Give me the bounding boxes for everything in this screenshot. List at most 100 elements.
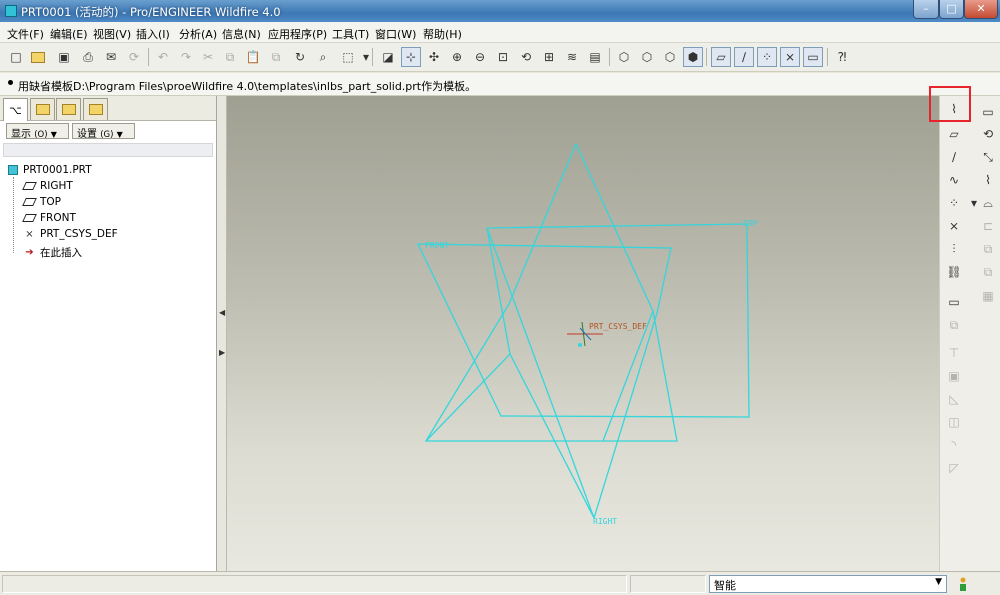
minimize-button[interactable]: –: [913, 0, 939, 19]
datum-plane-tool-icon[interactable]: ▱: [944, 124, 964, 144]
csys-toggle-icon[interactable]: ⨯: [780, 47, 800, 67]
tree-item-insert-here[interactable]: ➔ 在此插入: [23, 245, 82, 260]
revolve-icon[interactable]: ⟲: [978, 124, 998, 144]
spin-center-icon[interactable]: ⊹: [401, 47, 421, 67]
wireframe-icon[interactable]: ⬡: [614, 47, 634, 67]
datum-axis-tool-icon[interactable]: ∕: [944, 147, 964, 167]
orient-mode-icon[interactable]: ✣: [424, 47, 444, 67]
tree-item-top[interactable]: TOP: [22, 196, 61, 208]
favorites-icon: [61, 104, 76, 115]
regenerate-icon[interactable]: ⟳: [124, 47, 144, 67]
boundary-blend-icon[interactable]: ⌓: [978, 193, 998, 213]
tree-item-part[interactable]: PRT0001.PRT: [8, 164, 92, 176]
part-icon: [8, 165, 18, 175]
menu-help[interactable]: 帮助(H): [423, 26, 462, 42]
print-icon[interactable]: ⎙: [78, 47, 98, 67]
refit-icon[interactable]: ⊡: [493, 47, 513, 67]
tree-item-csys[interactable]: ⨯ PRT_CSYS_DEF: [23, 228, 117, 240]
select-dropdown-icon[interactable]: ▾: [356, 47, 376, 67]
chevron-down-icon: ▼: [935, 577, 942, 587]
zoom-out-icon[interactable]: ⊖: [470, 47, 490, 67]
chamfer-icon[interactable]: ◸: [944, 458, 964, 478]
datum-point-tool-icon[interactable]: ⁘: [944, 193, 964, 213]
display-menu-button[interactable]: 显示 (O) ▼: [6, 123, 69, 140]
open-icon[interactable]: [28, 47, 48, 67]
graphics-window[interactable]: FRONT TOP RIGHT PRT_CSYS_DEF: [227, 96, 939, 571]
datum-axes-toggle-icon[interactable]: ∕: [734, 47, 754, 67]
shell-icon[interactable]: ⊏: [978, 216, 998, 236]
analysis-feature-icon[interactable]: ⫶: [944, 239, 964, 259]
right-label: RIGHT: [593, 517, 617, 526]
close-button[interactable]: ✕: [964, 0, 998, 19]
undo-icon[interactable]: ↶: [153, 47, 173, 67]
tab-model-tree[interactable]: ⌥: [3, 98, 28, 121]
menu-insert[interactable]: 插入(I): [136, 26, 170, 42]
select-box-icon[interactable]: ⬚: [338, 47, 358, 67]
offset-icon[interactable]: ▣: [944, 366, 964, 386]
round-icon[interactable]: ◝: [944, 435, 964, 455]
save-icon[interactable]: ▣: [54, 47, 74, 67]
new-icon[interactable]: □: [6, 47, 26, 67]
tree-item-right[interactable]: RIGHT: [22, 180, 73, 192]
cut-icon[interactable]: ✂: [198, 47, 218, 67]
reorient-icon[interactable]: ⟲: [516, 47, 536, 67]
menu-analysis[interactable]: 分析(A): [179, 26, 217, 42]
paste-icon[interactable]: 📋: [243, 47, 263, 67]
menu-window[interactable]: 窗口(W): [375, 26, 416, 42]
merge-icon[interactable]: ⧉: [944, 315, 964, 335]
layers-icon[interactable]: ≋: [562, 47, 582, 67]
datum-curve-tool-icon[interactable]: ∿: [944, 170, 964, 190]
paste-special-icon[interactable]: ⧉: [266, 47, 286, 67]
zoom-in-icon[interactable]: ⊕: [447, 47, 467, 67]
extrude-icon[interactable]: ▭: [978, 102, 998, 122]
no-hidden-icon[interactable]: ⬡: [660, 47, 680, 67]
annotations-toggle-icon[interactable]: ▭: [803, 47, 823, 67]
menu-edit[interactable]: 编辑(E): [50, 26, 88, 42]
thicken-icon[interactable]: ◺: [944, 389, 964, 409]
tree-filter-strip[interactable]: [3, 143, 213, 157]
tab-connections[interactable]: [83, 98, 108, 120]
hidden-line-icon[interactable]: ⬡: [637, 47, 657, 67]
regenerate-model-icon[interactable]: ↻: [290, 47, 310, 67]
tree-item-front[interactable]: FRONT: [22, 212, 76, 224]
menu-info[interactable]: 信息(N): [222, 26, 261, 42]
solidify-icon[interactable]: ◫: [944, 412, 964, 432]
menu-file[interactable]: 文件(F): [7, 26, 44, 42]
menu-view[interactable]: 视图(V): [93, 26, 131, 42]
shading-icon[interactable]: ⬢: [683, 47, 703, 67]
csys-tool-icon[interactable]: ⨯: [944, 216, 964, 236]
datum-points-toggle-icon[interactable]: ⁘: [757, 47, 777, 67]
maximize-button[interactable]: □: [939, 0, 964, 19]
connections-icon: [88, 104, 103, 115]
trim-icon[interactable]: ⊤: [944, 343, 964, 363]
blend-icon[interactable]: ⌇: [978, 170, 998, 190]
menu-applications[interactable]: 应用程序(P): [268, 26, 327, 42]
status-cell: [2, 575, 627, 593]
menu-tools[interactable]: 工具(T): [332, 26, 369, 42]
selection-filter-select[interactable]: 智能 ▼: [709, 575, 947, 593]
datum-planes-toggle-icon[interactable]: ▱: [711, 47, 731, 67]
tab-folder-browser[interactable]: [30, 98, 55, 120]
saved-views-icon[interactable]: ⊞: [539, 47, 559, 67]
view-manager-icon[interactable]: ▤: [585, 47, 605, 67]
send-icon[interactable]: ✉: [101, 47, 121, 67]
panel-splitter[interactable]: ◀ ▶: [217, 96, 227, 571]
find-icon[interactable]: ⌕: [313, 47, 333, 67]
group-icon[interactable]: ▦: [978, 286, 998, 306]
settings-button-hotkey: (G): [100, 130, 114, 140]
reference-link-icon[interactable]: ⛓: [944, 262, 964, 282]
annotation-feature-icon[interactable]: ▭: [944, 292, 964, 312]
mirror-icon[interactable]: ⧉: [978, 262, 998, 282]
tab-favorites[interactable]: [56, 98, 81, 120]
pattern-icon[interactable]: ⧉: [978, 239, 998, 259]
copy-icon[interactable]: ⧉: [220, 47, 240, 67]
context-help-icon[interactable]: ⁈: [832, 47, 852, 67]
collapse-left-icon[interactable]: ◀: [219, 308, 225, 317]
csys-icon: ⨯: [25, 228, 34, 240]
folder-browser-icon: [35, 104, 50, 115]
redo-icon[interactable]: ↷: [176, 47, 196, 67]
repaint-icon[interactable]: ◪: [378, 47, 398, 67]
sweep-icon[interactable]: ⤡: [978, 147, 998, 167]
expand-right-icon[interactable]: ▶: [219, 348, 225, 357]
settings-menu-button[interactable]: 设置 (G) ▼: [72, 123, 135, 140]
